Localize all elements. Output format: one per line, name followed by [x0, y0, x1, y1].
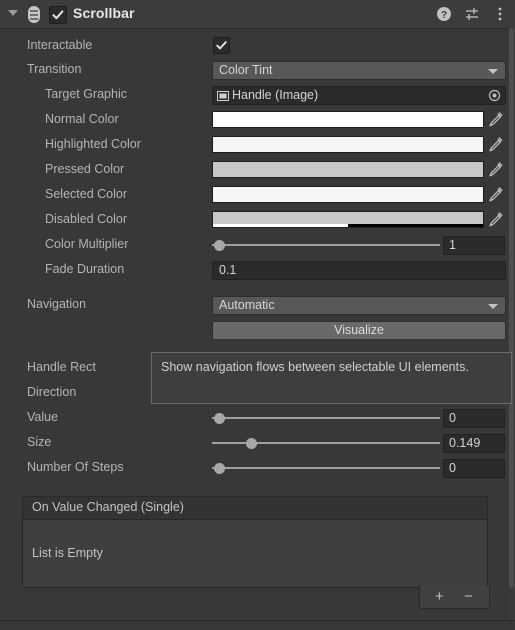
component-header[interactable]: Scrollbar ?	[0, 0, 515, 29]
row-disabled-color: Disabled Color	[0, 209, 515, 230]
slider-track	[212, 417, 440, 419]
row-target-graphic: Target Graphic Handle (Image)	[0, 84, 515, 105]
scrollbar-thumb[interactable]	[509, 28, 514, 588]
color-multiplier-value: 1	[449, 238, 456, 252]
vertical-scrollbar[interactable]	[508, 28, 515, 620]
label-interactable: Interactable	[27, 38, 93, 52]
image-asset-icon	[217, 89, 229, 101]
svg-text:?: ?	[441, 10, 447, 21]
tooltip-text: Show navigation flows between selectable…	[161, 360, 469, 374]
more-menu-icon[interactable]	[491, 5, 509, 23]
number-of-steps-number: 0	[449, 461, 456, 475]
label-highlighted-color: Highlighted Color	[45, 137, 141, 151]
slider-track	[212, 244, 440, 246]
row-interactable: Interactable	[0, 35, 515, 56]
visualize-button[interactable]: Visualize	[212, 321, 506, 340]
number-of-steps-field[interactable]: 0	[443, 459, 505, 478]
navigation-dropdown-value: Automatic	[219, 298, 275, 312]
label-value: Value	[27, 410, 59, 424]
tooltip-popup: Show navigation flows between selectable…	[151, 352, 512, 404]
row-visualize: Visualize	[0, 319, 515, 340]
row-normal-color: Normal Color	[0, 109, 515, 130]
eyedropper-icon[interactable]	[486, 161, 504, 178]
row-pressed-color: Pressed Color	[0, 159, 515, 180]
event-list-body: List is Empty	[22, 520, 488, 588]
normal-color-swatch[interactable]	[212, 111, 484, 128]
disabled-color-swatch[interactable]	[212, 211, 484, 228]
size-number-field[interactable]: 0.149	[443, 434, 505, 453]
navigation-dropdown[interactable]: Automatic	[212, 296, 506, 315]
eyedropper-icon[interactable]	[486, 186, 504, 203]
slider-knob[interactable]	[214, 240, 225, 251]
label-pressed-color: Pressed Color	[45, 162, 125, 176]
color-multiplier-value-field[interactable]: 1	[443, 236, 505, 255]
label-direction: Direction	[27, 385, 77, 399]
unity-inspector-panel: Scrollbar ? Interactable Transition Colo…	[0, 0, 515, 630]
target-graphic-value: Handle (Image)	[232, 88, 319, 102]
size-number: 0.149	[449, 436, 481, 450]
remove-listener-button[interactable]: −	[464, 589, 473, 604]
label-size: Size	[27, 435, 52, 449]
object-picker-icon[interactable]	[488, 89, 501, 102]
page-title: Scrollbar	[73, 5, 135, 21]
label-target-graphic: Target Graphic	[45, 87, 127, 101]
highlighted-color-swatch[interactable]	[212, 136, 484, 153]
help-icon[interactable]: ?	[435, 5, 453, 23]
interactable-checkbox[interactable]	[213, 37, 230, 54]
fade-duration-value: 0.1	[219, 263, 237, 277]
row-selected-color: Selected Color	[0, 184, 515, 205]
foldout-arrow-icon[interactable]	[8, 10, 18, 16]
row-highlighted-color: Highlighted Color	[0, 134, 515, 155]
color-multiplier-slider[interactable]	[212, 236, 440, 253]
event-list-empty-text: List is Empty	[32, 546, 103, 560]
number-of-steps-slider[interactable]	[212, 459, 440, 476]
label-fade-duration: Fade Duration	[45, 262, 125, 276]
slider-knob[interactable]	[214, 463, 225, 474]
label-navigation: Navigation	[27, 297, 87, 311]
add-listener-button[interactable]: +	[435, 589, 444, 604]
component-enabled-checkbox[interactable]	[49, 6, 67, 24]
transition-dropdown-value: Color Tint	[219, 63, 273, 77]
value-slider[interactable]	[212, 409, 440, 426]
header-icon-group: ?	[435, 0, 509, 28]
label-handle-rect: Handle Rect	[27, 360, 96, 374]
transition-dropdown[interactable]: Color Tint	[212, 61, 506, 80]
target-graphic-object-field[interactable]: Handle (Image)	[212, 86, 506, 105]
fade-duration-field[interactable]: 0.1	[212, 261, 506, 280]
preset-icon[interactable]	[463, 5, 481, 23]
bottom-strip	[0, 621, 515, 630]
slider-knob[interactable]	[214, 413, 225, 424]
label-number-of-steps: Number Of Steps	[27, 460, 124, 474]
chevron-down-icon	[488, 69, 498, 74]
row-value: Value 0	[0, 407, 515, 428]
eyedropper-icon[interactable]	[486, 211, 504, 228]
label-normal-color: Normal Color	[45, 112, 119, 126]
label-transition: Transition	[27, 62, 82, 76]
on-value-changed-section: On Value Changed (Single) List is Empty	[22, 496, 488, 588]
event-section-title: On Value Changed (Single)	[32, 500, 184, 514]
event-list-buttons: + −	[419, 586, 490, 609]
eyedropper-icon[interactable]	[486, 111, 504, 128]
selected-color-swatch[interactable]	[212, 186, 484, 203]
row-number-of-steps: Number Of Steps 0	[0, 457, 515, 478]
event-section-header[interactable]: On Value Changed (Single)	[22, 496, 488, 520]
chevron-down-icon	[488, 304, 498, 309]
row-transition: Transition Color Tint	[0, 59, 515, 80]
pressed-color-swatch[interactable]	[212, 161, 484, 178]
row-navigation: Navigation Automatic	[0, 294, 515, 315]
label-disabled-color: Disabled Color	[45, 212, 127, 226]
slider-track	[212, 467, 440, 469]
row-fade-duration: Fade Duration 0.1	[0, 259, 515, 280]
size-slider[interactable]	[212, 434, 440, 451]
row-size: Size 0.149	[0, 432, 515, 453]
value-number-field[interactable]: 0	[443, 409, 505, 428]
row-color-multiplier: Color Multiplier 1	[0, 234, 515, 255]
value-number: 0	[449, 411, 456, 425]
alpha-bar	[213, 224, 483, 227]
scrollbar-component-icon	[28, 6, 40, 23]
label-color-multiplier: Color Multiplier	[45, 237, 129, 251]
eyedropper-icon[interactable]	[486, 136, 504, 153]
label-selected-color: Selected Color	[45, 187, 127, 201]
slider-knob[interactable]	[246, 438, 257, 449]
